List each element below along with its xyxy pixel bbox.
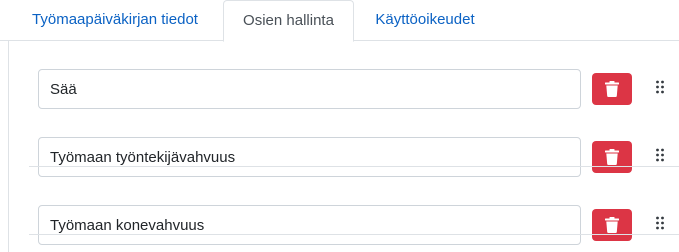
row-divider xyxy=(29,166,679,167)
delete-section-button[interactable] xyxy=(592,73,632,105)
tab-tyomaapaivakirjan-tiedot[interactable]: Työmaapäiväkirjan tiedot xyxy=(14,0,216,41)
section-name-input[interactable] xyxy=(38,69,581,109)
trash-icon xyxy=(605,149,619,165)
section-name-input[interactable] xyxy=(38,137,581,177)
sections-panel xyxy=(8,41,679,252)
section-name-input[interactable] xyxy=(38,205,581,245)
tab-osien-hallinta[interactable]: Osien hallinta xyxy=(223,0,354,42)
delete-section-button[interactable] xyxy=(592,141,632,173)
drag-handle-icon xyxy=(656,148,664,166)
drag-handle[interactable] xyxy=(652,73,668,105)
tab-kayttooikeudet[interactable]: Käyttöoikeudet xyxy=(361,0,489,41)
delete-section-button[interactable] xyxy=(592,209,632,241)
section-row xyxy=(9,124,679,191)
tab-bar: Työmaapäiväkirjan tiedot Osien hallinta … xyxy=(0,0,679,42)
drag-handle-icon xyxy=(656,80,664,98)
drag-handle-icon xyxy=(656,216,664,234)
trash-icon xyxy=(605,217,619,233)
section-row xyxy=(9,192,679,252)
trash-icon xyxy=(605,81,619,97)
drag-handle[interactable] xyxy=(652,209,668,241)
section-row xyxy=(9,56,679,123)
drag-handle[interactable] xyxy=(652,141,668,173)
row-divider xyxy=(29,234,679,235)
